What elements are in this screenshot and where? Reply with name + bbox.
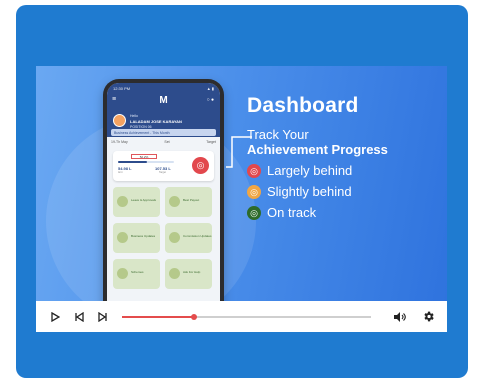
avatar	[113, 114, 126, 127]
achievement-bar	[118, 161, 174, 163]
target-icon: ◎	[247, 205, 261, 220]
legend-label: Largely behind	[267, 163, 353, 178]
volume-icon[interactable]	[391, 308, 409, 326]
phone-screen: 12:30 PM ▲ ▮ ≡ M ○ ● Hello LALADAM JOSE …	[107, 83, 220, 301]
legend-label: Slightly behind	[267, 184, 352, 199]
skip-back-icon[interactable]	[70, 308, 88, 326]
menu-icon: ≡	[112, 96, 117, 103]
seek-bar-fill	[122, 315, 195, 318]
target-icon: ◎	[247, 163, 261, 178]
phone-time: 12:30 PM	[113, 86, 131, 91]
tile-commission: Commission Updates	[165, 223, 212, 253]
legend-largely-behind: ◎ Largely behind	[247, 163, 447, 178]
seek-bar[interactable]	[122, 313, 371, 320]
target-label: Target	[159, 171, 166, 174]
settings-gear-icon[interactable]	[419, 308, 437, 326]
user-name: LALADAM JOSE KARAYAN	[130, 119, 182, 124]
tile-leave: Leave & Approvals	[113, 187, 160, 217]
video-card: 12:30 PM ▲ ▮ ≡ M ○ ● Hello LALADAM JOSE …	[16, 5, 468, 378]
achievement-bar-fill	[118, 161, 148, 163]
app-logo: M	[159, 95, 168, 106]
slide-text-panel: Dashboard Track Your Achievement Progres…	[247, 94, 447, 220]
tile-payout: Best Payout	[165, 187, 212, 217]
legend-slightly-behind: ◎ Slightly behind	[247, 184, 447, 199]
user-info: Hello LALADAM JOSE KARAYAN POSITION 06	[130, 114, 182, 130]
achievement-percent: 52.2%	[131, 154, 157, 159]
target-icon: ◎	[247, 184, 261, 199]
track-line-1: Track Your	[247, 127, 309, 142]
tile-help: Ask For Help	[165, 259, 212, 289]
player-controls	[36, 301, 447, 332]
video-frame[interactable]: 12:30 PM ▲ ▮ ≡ M ○ ● Hello LALADAM JOSE …	[36, 66, 447, 301]
tile-business: Business Updates	[113, 223, 160, 253]
legend-on-track: ◎ On track	[247, 205, 447, 220]
seek-handle[interactable]	[191, 313, 198, 320]
skip-forward-icon[interactable]	[94, 308, 112, 326]
signal-icon: ▲ ▮	[206, 86, 214, 91]
achievement-card: 52.2% 54.98 L Amt 107.53 L Target ◎	[113, 151, 214, 181]
slide-title: Dashboard	[247, 94, 359, 117]
notification-icon: ○ ●	[206, 97, 214, 103]
filter-row: 19-Th May Set Target	[111, 140, 216, 147]
filter-set: Set	[164, 140, 170, 144]
track-line-2: Achievement Progress	[247, 142, 388, 157]
filter-date: 19-Th May	[111, 140, 128, 144]
target-icon: ◎	[192, 157, 209, 174]
filter-target: Target	[206, 140, 216, 144]
phone-mockup: 12:30 PM ▲ ▮ ≡ M ○ ● Hello LALADAM JOSE …	[103, 79, 224, 301]
tile-schemes: Schemes	[113, 259, 160, 289]
legend-label: On track	[267, 205, 317, 220]
achievement-banner: Business Achievement - This Month	[111, 129, 216, 136]
phone-status-bar: 12:30 PM ▲ ▮	[113, 86, 214, 91]
play-icon[interactable]	[46, 308, 64, 326]
achieved-label: Amt	[118, 171, 123, 174]
